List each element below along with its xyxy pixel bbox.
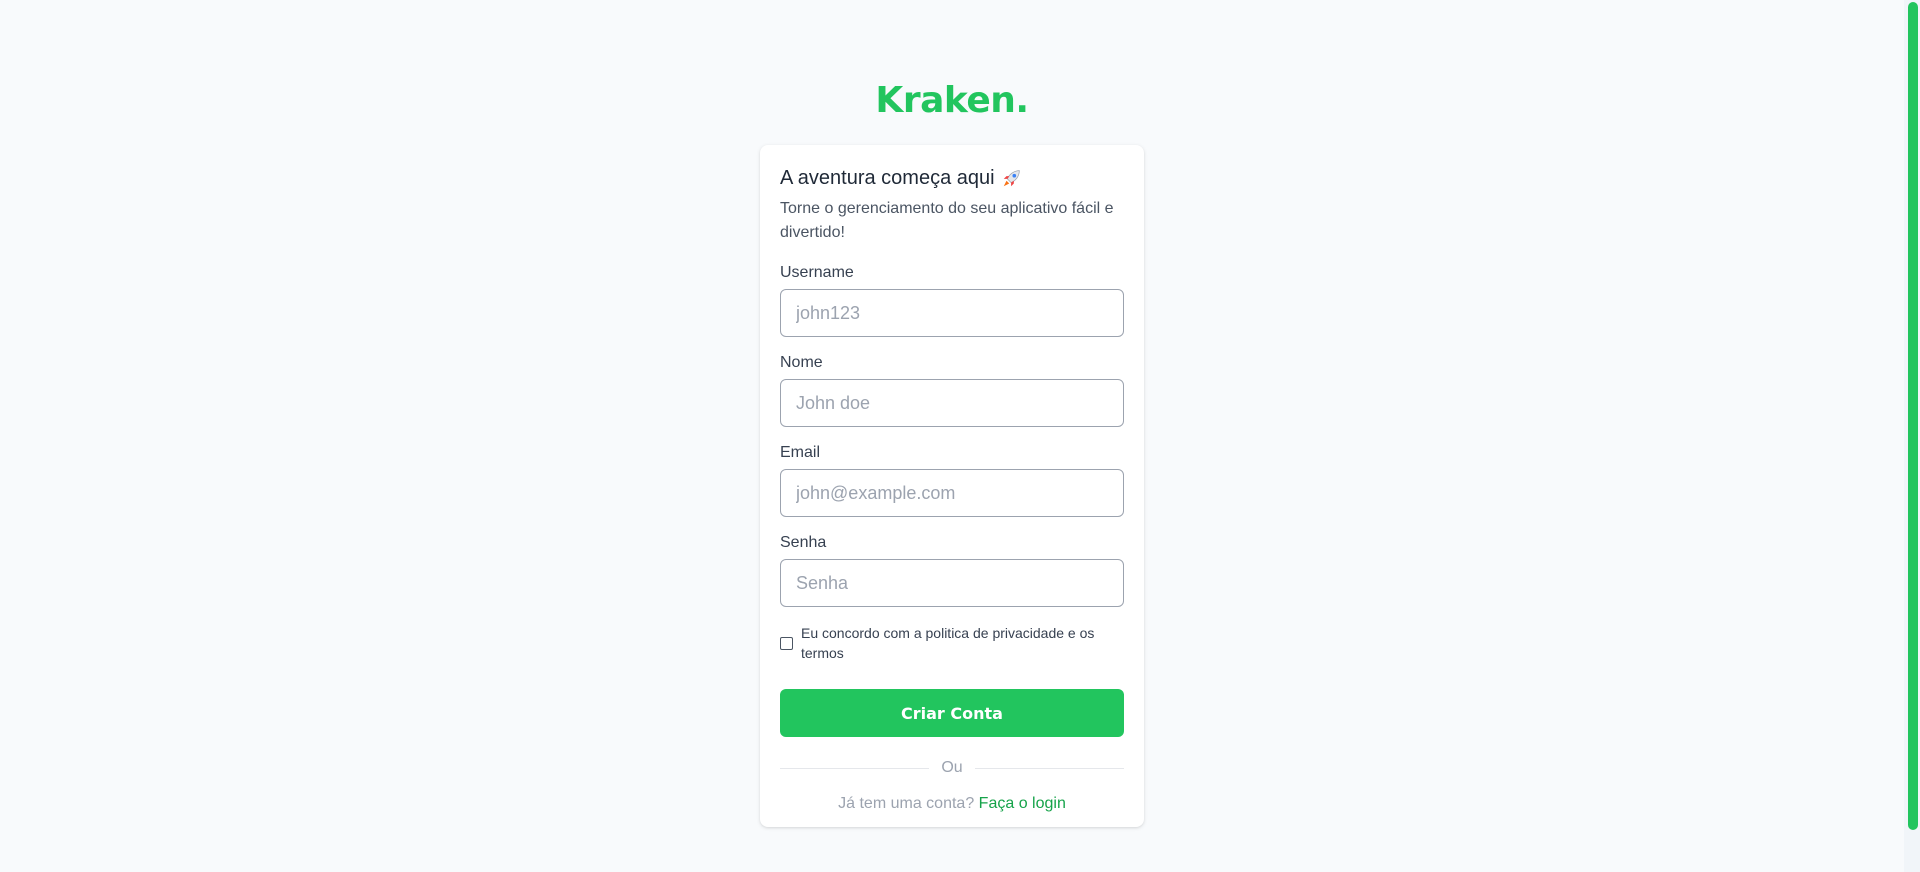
terms-row: Eu concordo com a politica de privacidad… [780,623,1124,663]
password-label: Senha [780,534,827,551]
username-label: Username [780,264,854,281]
signup-page: Kraken. A aventura começa aqui Torne o g… [0,0,1920,872]
scrollbar-track[interactable] [1904,0,1920,872]
rocket-icon [1001,167,1023,189]
password-input[interactable] [780,559,1124,607]
username-input[interactable] [780,289,1124,337]
card-title: A aventura começa aqui [780,167,995,189]
card-subtitle: Torne o gerenciamento do seu aplicativo … [780,200,1114,241]
name-input[interactable] [780,379,1124,427]
signup-card: A aventura começa aqui Torne o gerenciam… [760,145,1144,827]
username-field: Username [780,263,1124,337]
terms-label: Eu concordo com a politica de privacidad… [801,625,1095,661]
card-title-row: A aventura começa aqui [780,165,1124,191]
password-field: Senha [780,533,1124,607]
terms-checkbox[interactable] [780,636,793,650]
name-field: Nome [780,353,1124,427]
divider-text: Ou [941,759,963,776]
brand-logo: Kraken. [875,80,1029,121]
divider-line-right [974,767,1124,769]
email-input[interactable] [780,469,1124,517]
login-link[interactable]: Faça o login [979,795,1066,812]
name-label: Nome [780,354,823,371]
or-divider: Ou [780,759,1124,777]
create-account-button[interactable]: Criar Conta [780,689,1124,737]
email-label: Email [780,444,821,461]
login-prompt: Já tem uma conta? [838,795,975,812]
email-field: Email [780,443,1124,517]
divider-line-left [780,767,930,769]
scrollbar-thumb[interactable] [1908,2,1918,830]
login-prompt-row: Já tem uma conta? Faça o login [780,795,1124,813]
